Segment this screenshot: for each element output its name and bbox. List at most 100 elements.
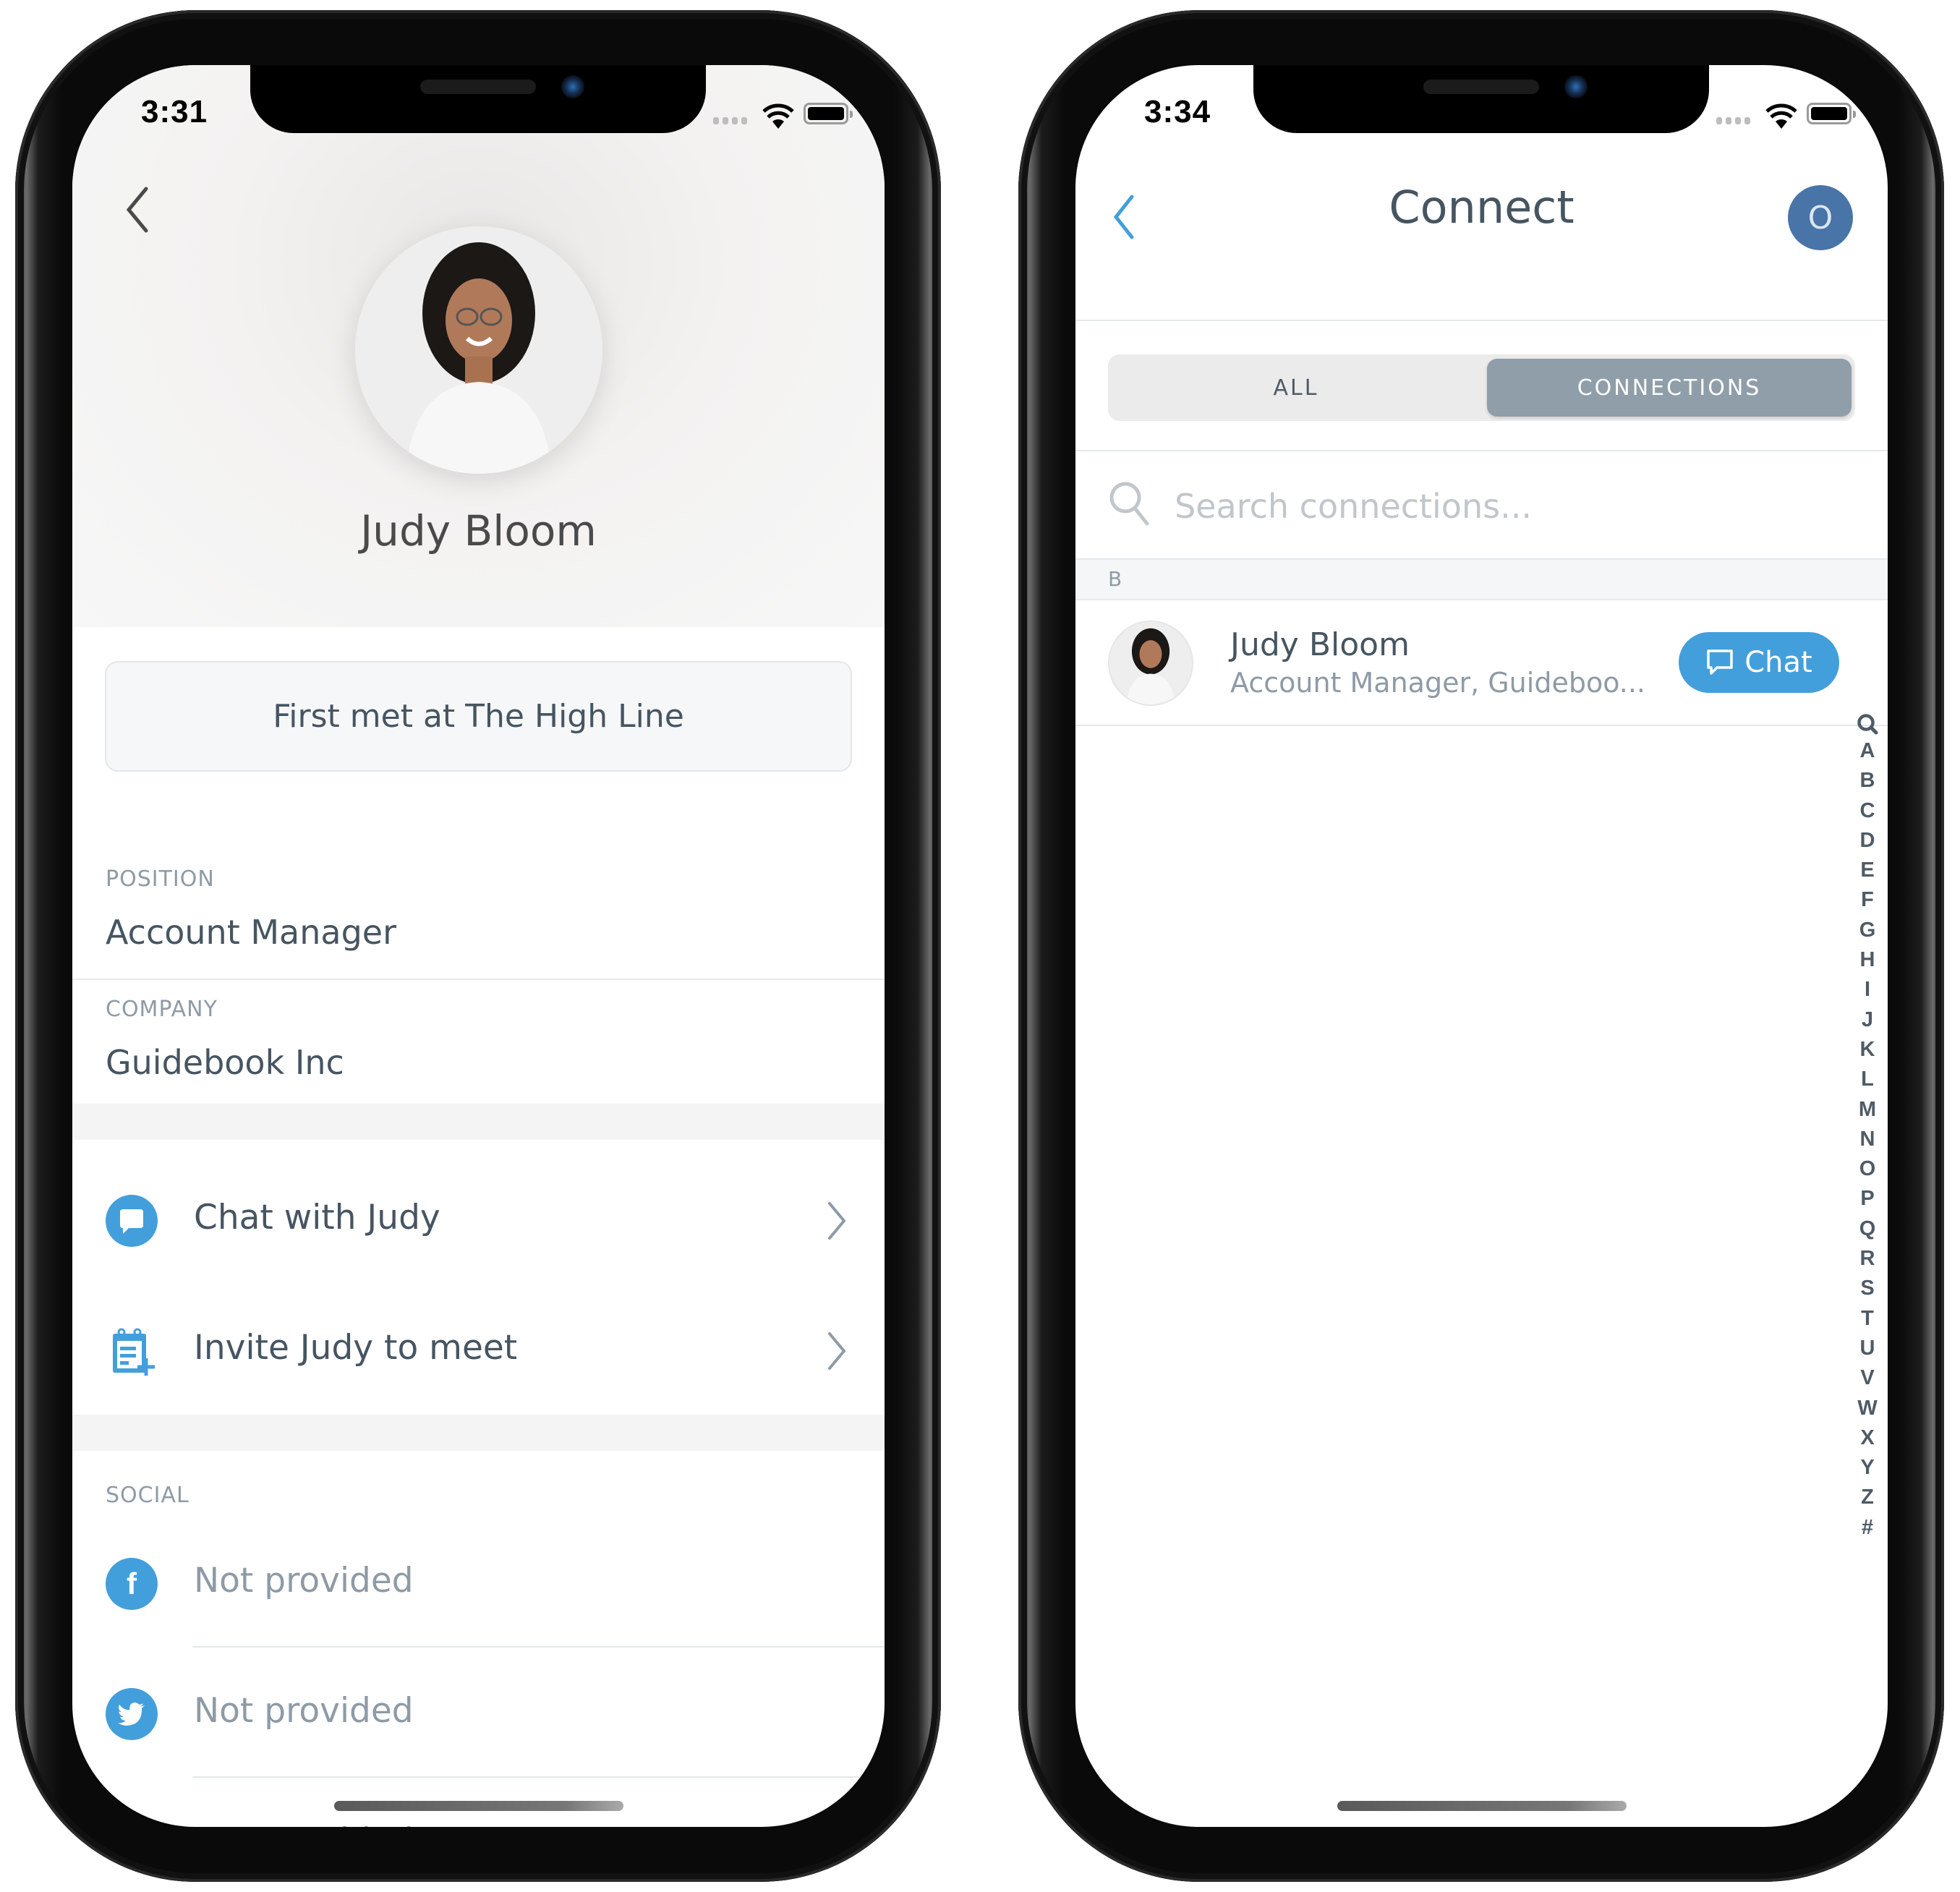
index-letter[interactable]: Y xyxy=(1860,1453,1874,1483)
home-indicator[interactable] xyxy=(334,1801,623,1811)
camera xyxy=(561,75,584,98)
phone-frame-profile: 3:31 Judy Bloom First met at The High Li… xyxy=(15,10,941,1882)
index-letter[interactable]: P xyxy=(1860,1184,1874,1214)
index-letter[interactable]: H xyxy=(1860,945,1875,975)
index-letter[interactable]: E xyxy=(1860,856,1874,885)
section-separator xyxy=(72,1104,885,1140)
profile-name: Judy Bloom xyxy=(360,506,597,555)
status-time: 3:34 xyxy=(1144,94,1211,129)
section-header-b: B xyxy=(1075,558,1888,600)
index-letter[interactable]: G xyxy=(1859,916,1876,945)
back-chevron-icon[interactable] xyxy=(123,184,152,235)
index-letter[interactable]: M xyxy=(1859,1095,1876,1125)
home-indicator[interactable] xyxy=(1337,1801,1627,1811)
index-letter[interactable]: J xyxy=(1862,1005,1873,1035)
camera xyxy=(1564,75,1588,98)
facebook-value: Not provided xyxy=(194,1561,414,1601)
battery-icon xyxy=(1807,103,1856,124)
index-letter[interactable]: Q xyxy=(1859,1214,1876,1244)
linkedin-value: Not provided xyxy=(194,1821,414,1827)
index-letter[interactable]: N xyxy=(1860,1125,1875,1154)
index-letter[interactable]: O xyxy=(1859,1154,1876,1184)
index-letter[interactable]: T xyxy=(1861,1304,1874,1334)
index-letter[interactable]: A xyxy=(1860,736,1875,766)
chevron-right-icon xyxy=(828,1202,846,1240)
divider xyxy=(192,1646,885,1648)
index-letter[interactable]: D xyxy=(1860,826,1875,856)
section-separator xyxy=(72,1415,885,1451)
twitter-icon xyxy=(106,1688,158,1740)
signal-icon xyxy=(1716,117,1750,124)
person-photo-icon xyxy=(1109,622,1192,704)
search-bar xyxy=(1075,451,1888,560)
tab-all[interactable]: ALL xyxy=(1108,359,1484,417)
chat-button[interactable]: Chat xyxy=(1679,632,1839,693)
chevron-right-icon xyxy=(828,1332,846,1370)
search-input[interactable] xyxy=(1173,480,1827,532)
connection-avatar xyxy=(1108,621,1193,706)
calendar-add-icon xyxy=(113,1328,155,1376)
battery-icon xyxy=(804,103,853,124)
index-letter[interactable]: F xyxy=(1861,885,1874,915)
person-photo-icon xyxy=(355,226,602,474)
position-label: POSITION xyxy=(106,866,215,892)
speaker xyxy=(1423,80,1539,94)
tab-connections[interactable]: CONNECTIONS xyxy=(1487,359,1852,417)
index-letter[interactable]: L xyxy=(1861,1065,1874,1094)
index-letters: A B C D E F G H I J K L M N O P Q R S T U V W X Y Z # xyxy=(1857,736,1877,1543)
index-letter[interactable]: B xyxy=(1860,766,1875,796)
connection-subtitle: Account Manager, Guideboo... xyxy=(1230,667,1646,699)
first-met-note: First met at The High Line xyxy=(105,661,852,772)
divider xyxy=(72,979,885,980)
index-letter[interactable]: Z xyxy=(1861,1483,1874,1512)
index-letter[interactable]: K xyxy=(1860,1035,1875,1065)
notch xyxy=(1253,65,1709,133)
chat-button-label: Chat xyxy=(1744,646,1812,679)
connection-row[interactable]: Judy Bloom Account Manager, Guideboo... … xyxy=(1075,600,1888,726)
index-letter[interactable]: W xyxy=(1857,1394,1877,1423)
facebook-icon: f xyxy=(106,1558,158,1610)
notch xyxy=(250,65,706,133)
linkedin-icon: in xyxy=(106,1818,158,1827)
social-row-twitter[interactable]: Not provided xyxy=(72,1659,885,1768)
status-time: 3:31 xyxy=(141,94,208,129)
chat-with-judy-row[interactable]: Chat with Judy xyxy=(72,1166,885,1274)
speaker xyxy=(420,80,536,94)
company-label: COMPANY xyxy=(106,997,218,1022)
phone-frame-connect: 3:34 Connect O ALL CONNECTIONS B xyxy=(1018,10,1944,1882)
page-title: Connect xyxy=(1389,181,1575,234)
wifi-icon xyxy=(762,103,794,129)
position-value: Account Manager xyxy=(106,913,396,952)
connect-screen: 3:34 Connect O ALL CONNECTIONS B xyxy=(1075,65,1888,1827)
alphabet-index[interactable]: A B C D E F G H I J K L M N O P Q R S T U V W X Y Z # xyxy=(1853,713,1882,1543)
connection-name: Judy Bloom xyxy=(1230,626,1410,663)
profile-avatar-button[interactable]: O xyxy=(1788,185,1853,250)
index-letter[interactable]: I xyxy=(1865,975,1870,1005)
company-value: Guidebook Inc xyxy=(106,1043,344,1082)
index-letter[interactable]: R xyxy=(1860,1244,1875,1274)
divider xyxy=(192,1776,885,1778)
index-letter[interactable]: # xyxy=(1862,1513,1873,1543)
chat-bubble-icon xyxy=(1707,649,1733,675)
index-search-icon[interactable] xyxy=(1857,713,1878,736)
search-icon xyxy=(1109,482,1149,526)
index-letter[interactable]: C xyxy=(1860,796,1875,826)
segmented-control: ALL CONNECTIONS xyxy=(1108,354,1855,421)
index-letter[interactable]: V xyxy=(1860,1363,1874,1393)
section-header-label: B xyxy=(1108,567,1122,591)
profile-avatar xyxy=(355,226,602,474)
profile-screen: 3:31 Judy Bloom First met at The High Li… xyxy=(72,65,885,1827)
index-letter[interactable]: S xyxy=(1860,1274,1874,1303)
social-row-facebook[interactable]: f Not provided xyxy=(72,1529,885,1637)
divider xyxy=(1075,320,1888,321)
social-label: SOCIAL xyxy=(106,1483,189,1508)
signal-icon xyxy=(713,117,747,124)
chat-bubble-icon xyxy=(106,1195,158,1247)
chat-with-judy-label: Chat with Judy xyxy=(194,1198,440,1237)
index-letter[interactable]: X xyxy=(1860,1423,1874,1453)
invite-judy-label: Invite Judy to meet xyxy=(194,1328,518,1368)
invite-judy-row[interactable]: Invite Judy to meet xyxy=(72,1296,885,1405)
wifi-icon xyxy=(1765,103,1797,129)
twitter-value: Not provided xyxy=(194,1691,414,1731)
index-letter[interactable]: U xyxy=(1860,1334,1875,1363)
